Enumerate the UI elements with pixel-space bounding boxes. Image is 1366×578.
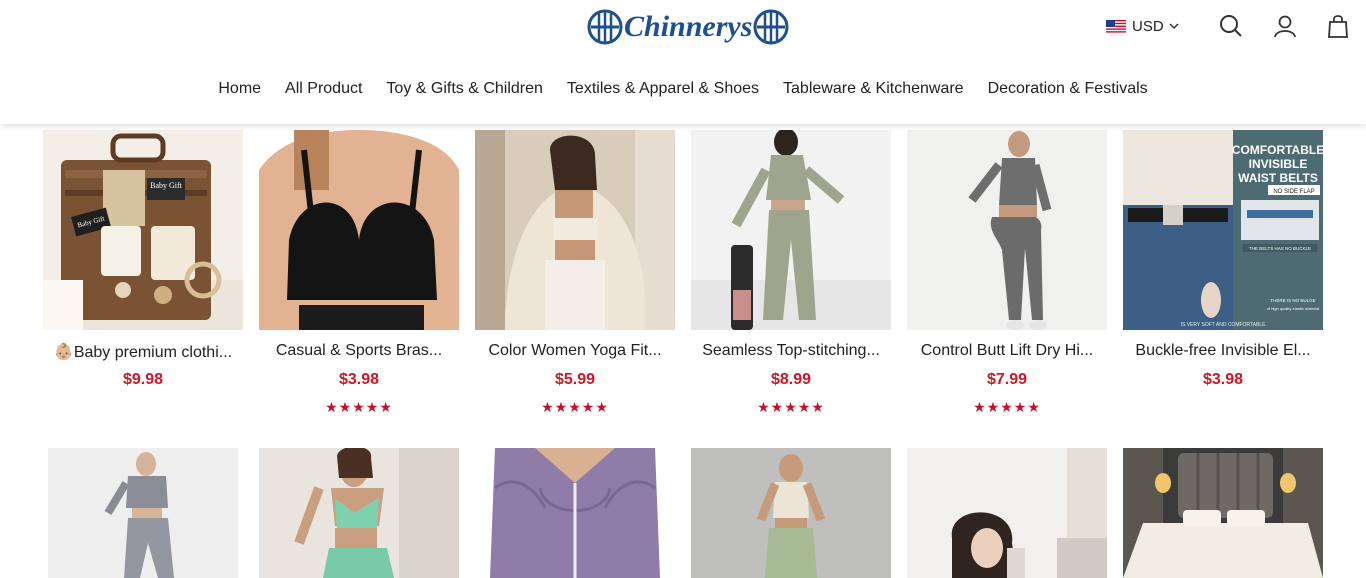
product-image[interactable] xyxy=(907,130,1107,330)
ad-headline-1: COMFORTABLE xyxy=(1232,143,1323,157)
product-image[interactable] xyxy=(691,448,891,578)
ad-headline-3: WAIST BELTS xyxy=(1238,171,1318,185)
logo-emblem-icon xyxy=(753,9,789,45)
rating-stars: ★★★★★ xyxy=(541,399,609,415)
account-icon[interactable] xyxy=(1272,13,1298,39)
product-title[interactable]: Color Women Yoga Fit... xyxy=(475,342,675,360)
product-title[interactable]: Seamless Top-stitching... xyxy=(691,342,891,360)
product-image[interactable] xyxy=(691,130,891,330)
ad-note-1: THERE IS NO BULGE xyxy=(1270,298,1315,303)
nav-item-textiles-apparel-shoes[interactable]: Textiles & Apparel & Shoes xyxy=(567,76,759,102)
product-title[interactable]: 👶🏼Baby premium clothi... xyxy=(43,342,243,362)
nav-item-tableware-kitchenware[interactable]: Tableware & Kitchenware xyxy=(783,76,964,102)
seamless-set-image xyxy=(691,130,891,330)
product-price: $5.99 xyxy=(554,371,596,388)
woman-phone-image xyxy=(907,448,1107,578)
product-image[interactable] xyxy=(907,448,1107,578)
cart-icon[interactable] xyxy=(1325,13,1351,39)
gift-tag-text: Baby Gift xyxy=(150,181,183,190)
product-price: $3.98 xyxy=(338,371,380,388)
product-title[interactable]: Control Butt Lift Dry Hi... xyxy=(907,342,1107,360)
product-image[interactable] xyxy=(259,448,459,578)
product-image[interactable]: Baby Gift Baby Gift xyxy=(43,130,243,330)
nav-item-home[interactable]: Home xyxy=(218,76,261,102)
main-nav: Home All Product Toy & Gifts & Children … xyxy=(0,76,1366,102)
sports-bra-image xyxy=(259,130,459,330)
product-image[interactable] xyxy=(48,448,238,578)
nav-item-all-product[interactable]: All Product xyxy=(285,76,362,102)
product-title[interactable]: Casual & Sports Bras... xyxy=(259,342,459,360)
currency-label: USD xyxy=(1132,17,1164,35)
rating-stars: ★★★★★ xyxy=(757,399,825,415)
purple-zip-bra-image xyxy=(475,448,675,578)
product-image[interactable] xyxy=(475,130,675,330)
sage-set-image xyxy=(691,448,891,578)
nav-item-decoration-festivals[interactable]: Decoration & Festivals xyxy=(988,76,1148,102)
product-image[interactable] xyxy=(259,130,459,330)
leggings-image xyxy=(907,130,1107,330)
product-price: $3.98 xyxy=(1202,371,1244,388)
product-image[interactable]: COMFORTABLE INVISIBLE WAIST BELTS NO SID… xyxy=(1123,130,1323,330)
brand-name: Chinnerys xyxy=(624,10,753,43)
product-image[interactable] xyxy=(475,448,675,578)
site-header: Chinnerys USD Home All Product Toy & Gif… xyxy=(0,0,1366,124)
product-image[interactable] xyxy=(1123,448,1323,578)
bedroom-mattress-image xyxy=(1123,448,1323,578)
ad-headline-2: INVISIBLE xyxy=(1249,157,1308,171)
mint-sports-set-image xyxy=(259,448,459,578)
brand-logo[interactable]: Chinnerys xyxy=(587,8,789,46)
us-flag-icon xyxy=(1106,19,1126,33)
grey-workout-set-image xyxy=(48,448,238,578)
rating-stars: ★★★★★ xyxy=(325,399,393,415)
ad-footer: IS VERY SOFT AND COMFORTABLE xyxy=(1181,322,1267,328)
invisible-belt-ad-image: COMFORTABLE INVISIBLE WAIST BELTS NO SID… xyxy=(1123,130,1323,330)
product-price: $9.98 xyxy=(122,371,164,388)
ad-note-2: of high quality elastic material xyxy=(1267,306,1320,311)
product-title[interactable]: Buckle-free Invisible El... xyxy=(1123,342,1323,360)
product-price: $8.99 xyxy=(770,371,812,388)
ad-caption: THE BELTS HAS NO BUCKLE xyxy=(1249,246,1311,251)
currency-selector[interactable]: USD xyxy=(1106,12,1179,40)
nav-item-toy-gifts-children[interactable]: Toy & Gifts & Children xyxy=(386,76,543,102)
rating-stars: ★★★★★ xyxy=(973,399,1041,415)
search-icon[interactable] xyxy=(1218,13,1244,39)
yoga-outfit-image xyxy=(475,130,675,330)
ad-tag: NO SIDE FLAP xyxy=(1273,189,1314,195)
product-price: $7.99 xyxy=(986,371,1028,388)
gift-basket-image: Baby Gift Baby Gift xyxy=(43,130,243,330)
chevron-down-icon xyxy=(1169,23,1179,30)
logo-emblem-icon xyxy=(587,9,623,45)
